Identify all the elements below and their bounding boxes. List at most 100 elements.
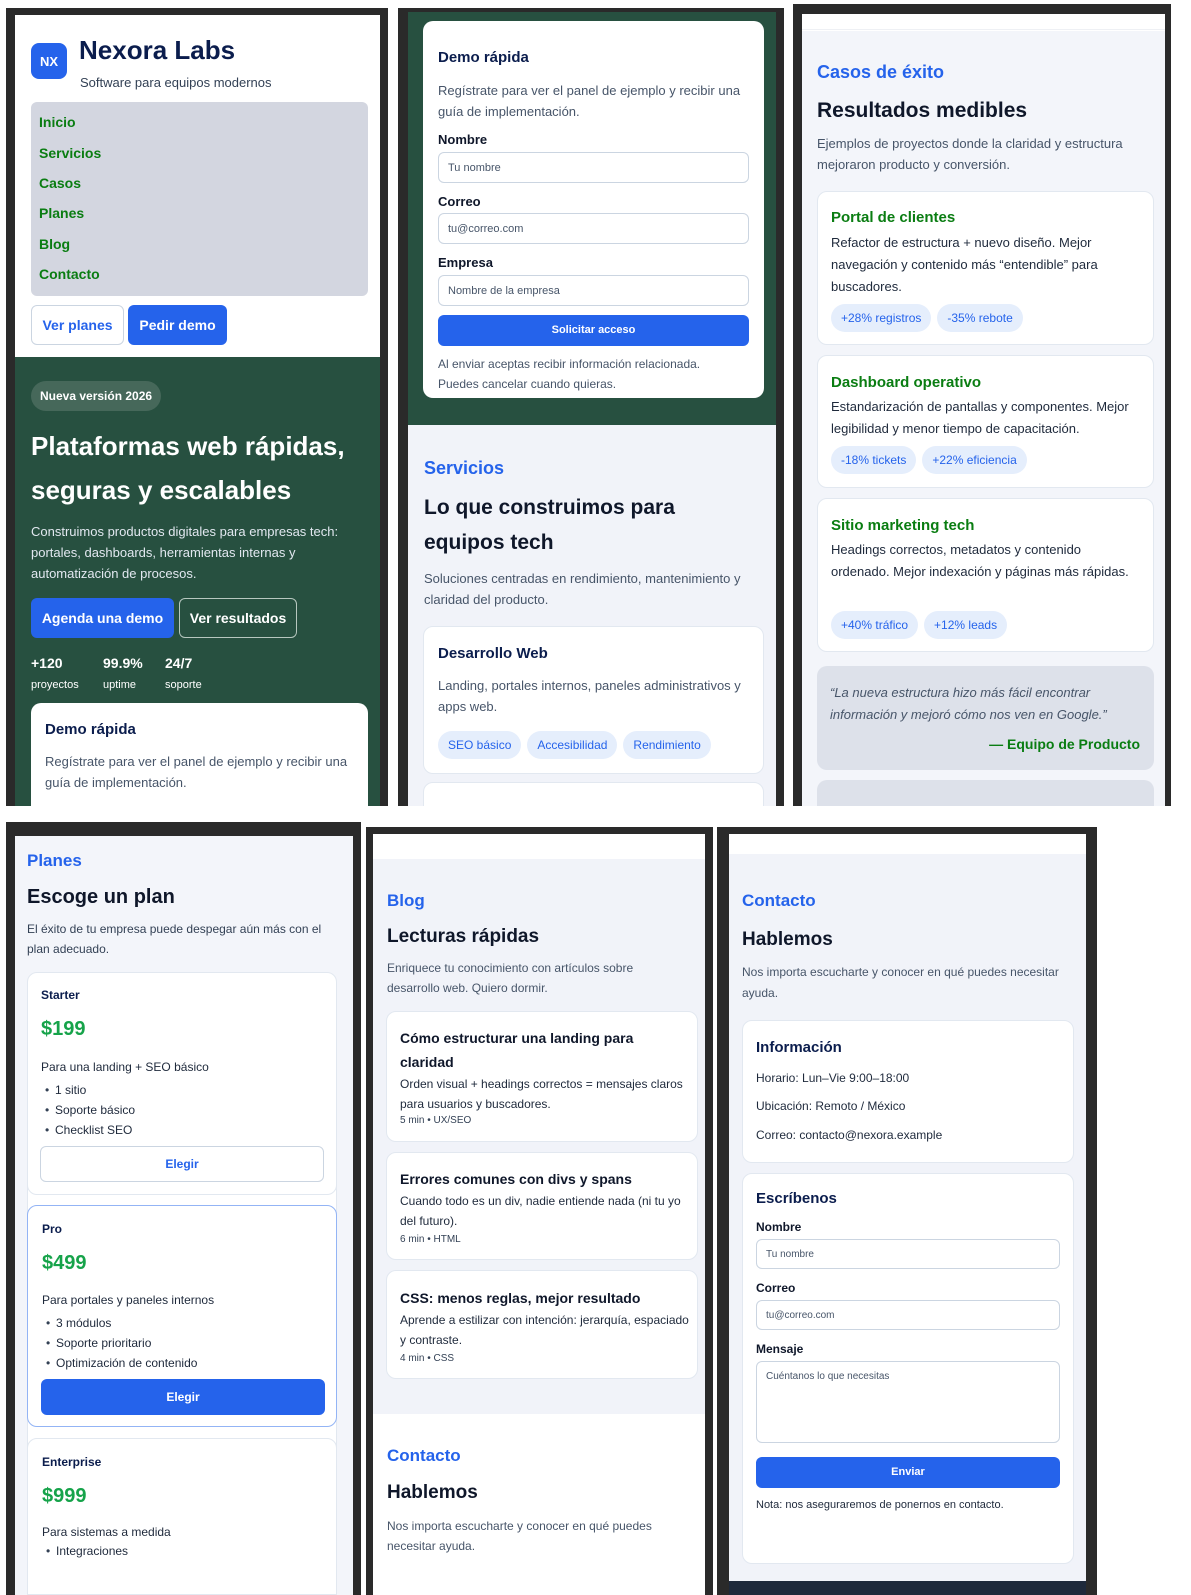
nav-blog[interactable]: Blog xyxy=(39,236,70,252)
form-name-label: Nombre xyxy=(756,1220,802,1234)
tag-accessibility: Accesibilidad xyxy=(527,731,618,759)
request-access-button[interactable]: Solicitar acceso xyxy=(438,315,749,346)
blog-contact-title: Hablemos xyxy=(387,1482,478,1503)
chip-bounce: -35% rebote xyxy=(937,304,1023,332)
testimonial-author: — Equipo de Producto xyxy=(989,736,1140,752)
service-card-peek xyxy=(423,782,764,806)
company-label: Empresa xyxy=(438,255,493,270)
demo-form-card: Demo rápida Regístrate para ver el panel… xyxy=(423,21,764,398)
view-plans-button[interactable]: Ver planes xyxy=(31,305,124,345)
panel-header-hero: NX Nexora Labs Software para equipos mod… xyxy=(15,15,380,806)
post-desc: Cuando todo es un div, nadie entiende na… xyxy=(400,1194,681,1228)
email-label: Correo xyxy=(438,194,481,209)
case-chips-marketing: +40% tráfico +12% leads xyxy=(831,611,1013,639)
plan-price-starter: $199 xyxy=(41,1018,86,1040)
stat-support-value: 24/7 xyxy=(165,655,193,671)
form-message-textarea[interactable]: Cuéntanos lo que necesitas xyxy=(756,1361,1060,1443)
case-card-dashboard: Dashboard operativo Estandarización de p… xyxy=(817,355,1154,488)
panel-contact: Contacto Hablemos Nos importa escucharte… xyxy=(729,834,1086,1595)
form-note: Nota: nos aseguraremos de ponernos en co… xyxy=(756,1499,1004,1511)
info-title: Información xyxy=(756,1039,842,1056)
chip-traffic: +40% tráfico xyxy=(831,611,919,639)
service-tags: SEO básico Accesibilidad Rendimiento xyxy=(438,731,717,759)
choose-pro-button[interactable]: Elegir xyxy=(41,1379,325,1415)
nav-servicios[interactable]: Servicios xyxy=(39,145,101,161)
chip-leads: +12% leads xyxy=(924,611,1008,639)
post-title[interactable]: CSS: menos reglas, mejor resultado xyxy=(400,1286,690,1310)
plan-price-enterprise: $999 xyxy=(42,1485,87,1507)
plan-desc-pro: Para portales y paneles internos xyxy=(42,1293,215,1307)
nav-contacto[interactable]: Contacto xyxy=(39,266,100,282)
stat-support-label: soporte xyxy=(165,679,202,691)
brand-tagline: Software para equipos modernos xyxy=(80,75,272,90)
form-title: Escríbenos xyxy=(756,1190,837,1207)
chip-efficiency: +22% eficiencia xyxy=(922,446,1027,474)
view-results-button[interactable]: Ver resultados xyxy=(179,598,297,638)
plan-price-pro: $499 xyxy=(42,1252,87,1274)
plan-name-pro: Pro xyxy=(42,1222,63,1236)
post-title[interactable]: Cómo estructurar una landing para clarid… xyxy=(400,1026,680,1074)
request-demo-button[interactable]: Pedir demo xyxy=(128,305,227,345)
version-badge: Nueva versión 2026 xyxy=(31,381,162,411)
demo-card-title: Demo rápida xyxy=(45,721,136,738)
contact-info-card: Información Horario: Lun–Vie 9:00–18:00 … xyxy=(742,1020,1074,1163)
info-hours: Horario: Lun–Vie 9:00–18:00 xyxy=(756,1071,910,1085)
info-location: Ubicación: Remoto / México xyxy=(756,1099,906,1113)
feature-item: Integraciones xyxy=(42,1541,128,1561)
form-name-input[interactable]: Tu nombre xyxy=(756,1239,1060,1269)
case-title-dashboard: Dashboard operativo xyxy=(831,374,982,391)
cases-title: Resultados medibles xyxy=(817,99,1028,122)
blog-desc: Enriquece tu conocimiento con artículos … xyxy=(387,961,634,995)
feature-item: Optimización de contenido xyxy=(42,1353,197,1373)
hero-description: Construimos productos digitales para emp… xyxy=(31,524,339,581)
plan-features-pro: 3 módulos Soporte prioritario Optimizaci… xyxy=(42,1313,197,1373)
blog-post-2[interactable]: Errores comunes con divs y spans Cuando … xyxy=(386,1152,698,1260)
blog-contact-eyebrow: Contacto xyxy=(387,1446,461,1465)
stat-uptime-label: uptime xyxy=(103,679,137,691)
plan-name-enterprise: Enterprise xyxy=(42,1455,102,1469)
hero-title-1: Plataformas web rápidas, xyxy=(31,431,345,461)
case-chips-dashboard: -18% tickets +22% eficiencia xyxy=(831,446,1033,474)
contact-title: Hablemos xyxy=(742,929,833,950)
schedule-demo-button[interactable]: Agenda una demo xyxy=(31,598,174,638)
name-input[interactable]: Tu nombre xyxy=(438,152,749,183)
stat-uptime-value: 99.9% xyxy=(103,655,143,671)
blog-post-3[interactable]: CSS: menos reglas, mejor resultado Apren… xyxy=(386,1270,698,1379)
plan-starter-content: Starter $199 Para una landing + SEO bási… xyxy=(27,972,337,1195)
form-email-input[interactable]: tu@correo.com xyxy=(756,1300,1060,1330)
demo-form-title: Demo rápida xyxy=(438,49,529,66)
services-eyebrow: Servicios xyxy=(424,458,505,478)
services-title-2: equipos tech xyxy=(424,531,554,554)
brand-name: Nexora Labs xyxy=(79,35,236,65)
feature-item: Checklist SEO xyxy=(41,1120,135,1140)
post-meta: 6 min • HTML xyxy=(400,1234,461,1245)
plan-features-starter: 1 sitio Soporte básico Checklist SEO xyxy=(41,1080,135,1140)
case-chips-portal: +28% registros -35% rebote xyxy=(831,304,1029,332)
choose-starter-button[interactable]: Elegir xyxy=(40,1146,324,1182)
chip-registrations: +28% registros xyxy=(831,304,932,332)
stat-projects-label: proyectos xyxy=(31,679,79,691)
hero-title-2: seguras y escalables xyxy=(31,475,292,505)
feature-item: Soporte básico xyxy=(41,1100,135,1120)
form-message-label: Mensaje xyxy=(756,1342,804,1356)
nav-inicio[interactable]: Inicio xyxy=(39,114,76,130)
contact-form-card: Escríbenos Nombre Tu nombre Correo tu@co… xyxy=(742,1173,1074,1564)
post-desc: Aprende a estilizar con intención: jerar… xyxy=(400,1313,689,1347)
post-meta: 5 min • UX/SEO xyxy=(400,1115,472,1126)
send-button[interactable]: Enviar xyxy=(756,1457,1060,1488)
nav-casos[interactable]: Casos xyxy=(39,175,81,191)
chip-tickets: -18% tickets xyxy=(831,446,917,474)
stat-projects-value: +120 xyxy=(31,655,63,671)
email-input[interactable]: tu@correo.com xyxy=(438,213,749,244)
service-card-desc: Landing, portales internos, paneles admi… xyxy=(438,678,741,714)
nav-planes[interactable]: Planes xyxy=(39,205,84,221)
service-card-title: Desarrollo Web xyxy=(438,645,548,662)
tag-seo: SEO básico xyxy=(438,731,522,759)
plan-name-starter: Starter xyxy=(41,988,80,1002)
cases-eyebrow: Casos de éxito xyxy=(817,62,945,82)
name-label: Nombre xyxy=(438,132,488,147)
main-nav: Inicio Servicios Casos Planes Blog Conta… xyxy=(31,102,368,296)
post-title[interactable]: Errores comunes con divs y spans xyxy=(400,1167,690,1191)
company-input[interactable]: Nombre de la empresa xyxy=(438,275,749,306)
blog-post-1[interactable]: Cómo estructurar una landing para clarid… xyxy=(386,1011,698,1142)
